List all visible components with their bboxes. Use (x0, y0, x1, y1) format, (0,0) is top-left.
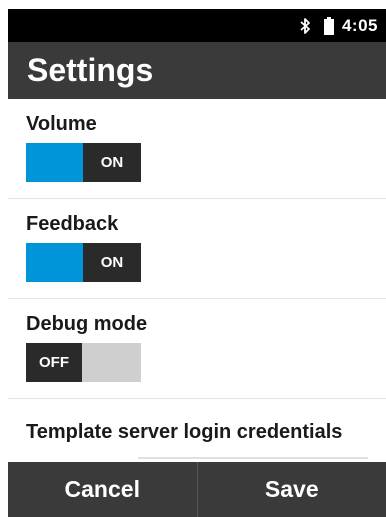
volume-toggle[interactable]: ON (26, 143, 141, 182)
settings-list: Volume ON Feedback ON Debug mode OFF Tem… (8, 99, 386, 462)
cancel-button[interactable]: Cancel (8, 462, 197, 517)
setting-credentials[interactable]: Template server login credentials (8, 399, 386, 462)
toggle-state-label: OFF (26, 343, 82, 382)
debug-mode-label: Debug mode (26, 313, 148, 335)
setting-feedback: Feedback ON (8, 199, 386, 299)
setting-volume: Volume ON (8, 99, 386, 199)
save-button[interactable]: Save (198, 462, 386, 517)
toggle-track (82, 343, 141, 382)
debug-mode-toggle[interactable]: OFF (26, 343, 141, 382)
screen: 4:05 Settings Volume ON Feedback ON Debu… (0, 0, 386, 517)
bottom-action-bar: Cancel Save (8, 462, 386, 517)
clock: 4:05 (341, 15, 378, 35)
setting-debug-mode: Debug mode OFF (8, 299, 386, 399)
status-bar: 4:05 (8, 9, 386, 42)
bluetooth-icon (300, 17, 310, 34)
credentials-label: Template server login credentials (26, 421, 343, 443)
battery-icon (323, 16, 334, 35)
toggle-state-label: ON (83, 243, 141, 282)
toggle-track (26, 143, 83, 182)
volume-label: Volume (26, 113, 97, 135)
feedback-label: Feedback (26, 213, 119, 235)
credentials-field-underline (138, 457, 368, 459)
page-title: Settings (27, 52, 154, 88)
app-bar: Settings (8, 42, 386, 99)
feedback-toggle[interactable]: ON (26, 243, 141, 282)
toggle-state-label: ON (83, 143, 141, 182)
toggle-track (26, 243, 83, 282)
